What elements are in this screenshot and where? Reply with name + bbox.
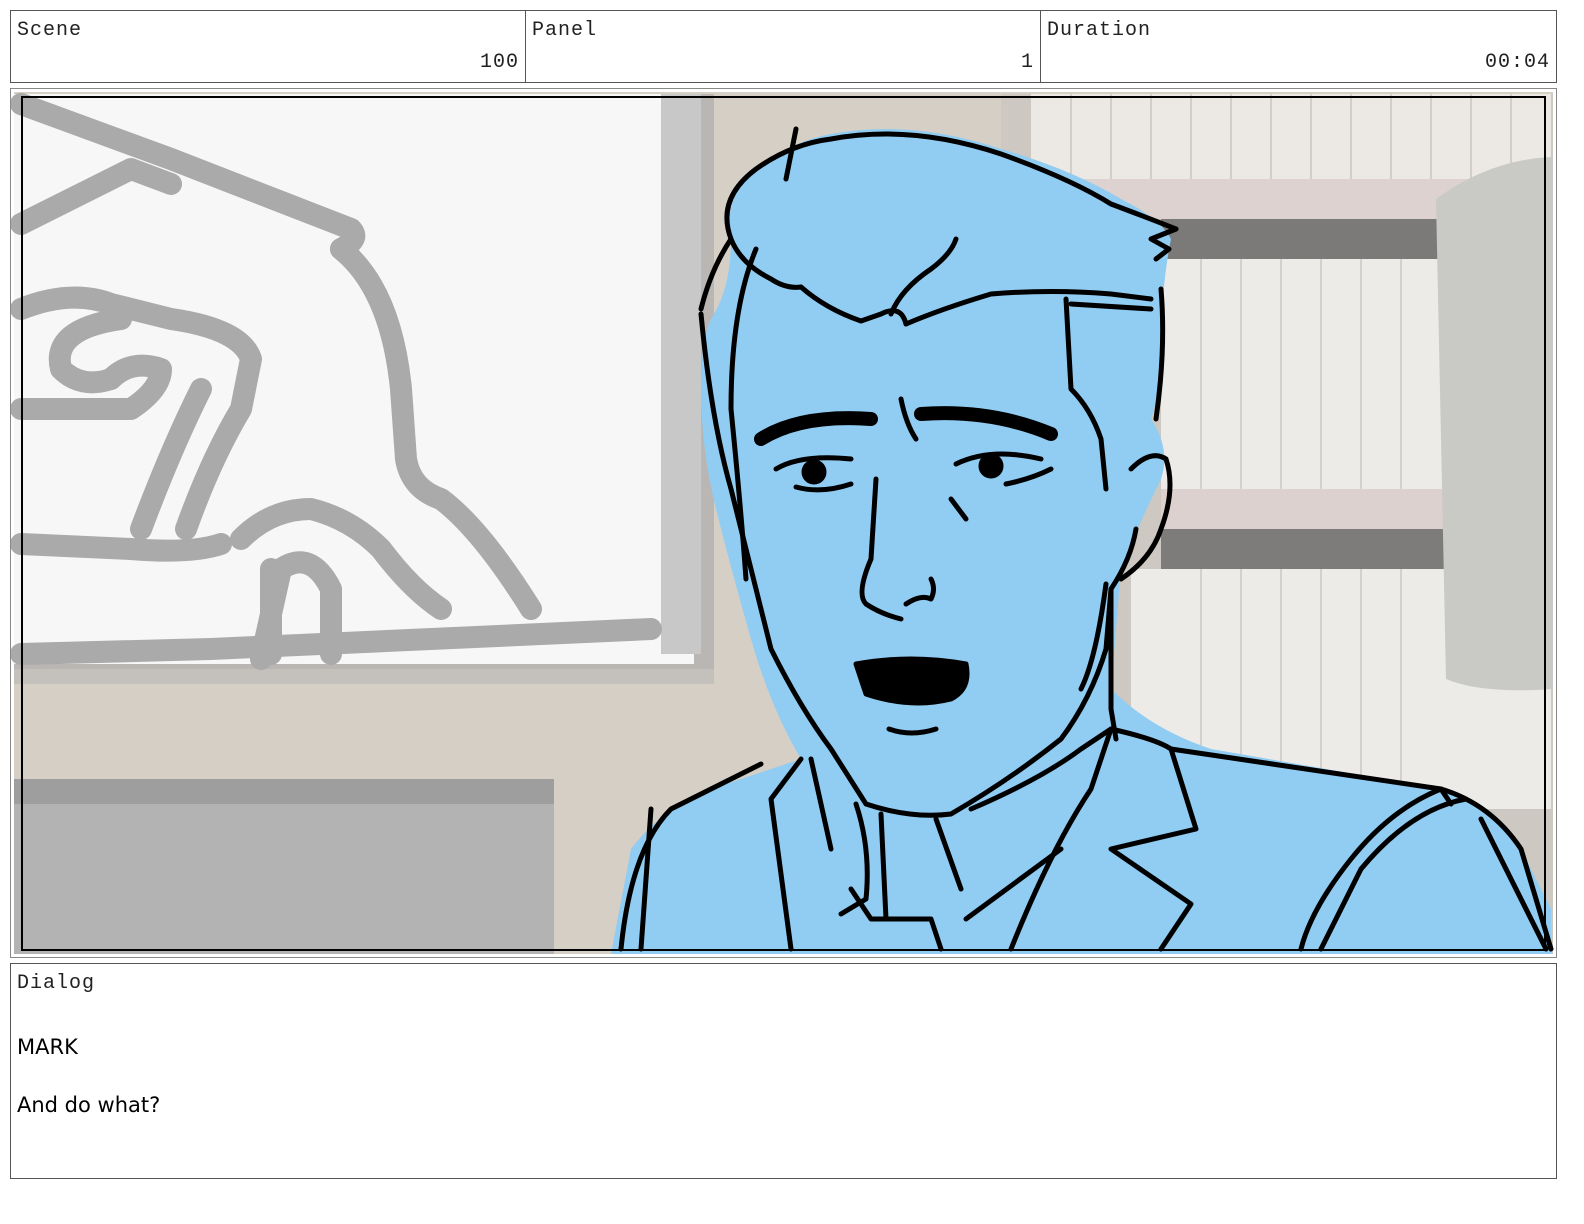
duration-cell: Duration 00:04 bbox=[1040, 10, 1557, 83]
dialog-label: Dialog bbox=[17, 972, 96, 995]
dialog-text: MARK And do what? bbox=[17, 1004, 160, 1149]
scene-label: Scene bbox=[17, 19, 83, 42]
scene-cell: Scene 100 bbox=[10, 10, 526, 83]
scene-value: 100 bbox=[479, 51, 519, 74]
dialog-line: And do what? bbox=[17, 1093, 161, 1117]
dialog-box: Dialog MARK And do what? bbox=[10, 963, 1557, 1179]
duration-value: 00:04 bbox=[1484, 51, 1550, 74]
panel-value: 1 bbox=[1020, 51, 1034, 74]
panel-cell: Panel 1 bbox=[525, 10, 1041, 83]
panel-frame bbox=[10, 88, 1557, 958]
duration-label: Duration bbox=[1047, 19, 1152, 42]
storyboard-drawing bbox=[11, 92, 1554, 954]
panel-label: Panel bbox=[532, 19, 598, 42]
dialog-character: MARK bbox=[17, 1035, 78, 1059]
